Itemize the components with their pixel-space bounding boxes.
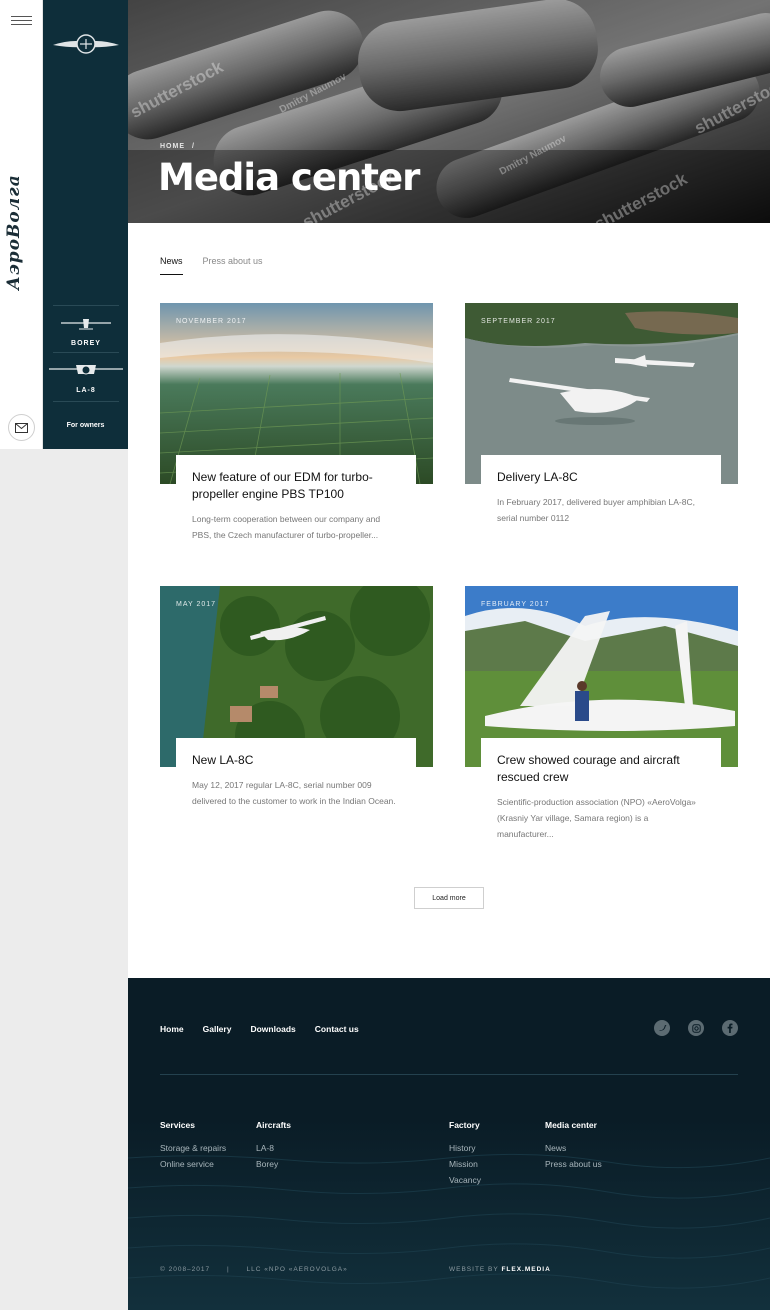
news-card[interactable]: FEBRUARY 2017 Crew showed courage and ai… xyxy=(465,586,738,852)
page-title: Media center xyxy=(158,156,420,199)
news-title[interactable]: New feature of our EDM for turbo-propell… xyxy=(192,469,400,503)
credit-prefix: WEBSITE BY xyxy=(449,1266,499,1273)
sidebar-divider xyxy=(53,401,119,402)
sidebar-item-borey[interactable]: BOREY xyxy=(51,314,121,347)
footer-link-gallery[interactable]: Gallery xyxy=(203,1024,232,1034)
mail-icon[interactable] xyxy=(8,414,35,441)
twitter-icon[interactable] xyxy=(654,1020,670,1036)
footer-column-services: Services Storage & repairs Online servic… xyxy=(160,1120,226,1175)
instagram-icon[interactable] xyxy=(688,1020,704,1036)
sidebar-item-label: LA-8 xyxy=(76,387,96,394)
website-credit[interactable]: WEBSITE BY FLEX.MEDIA xyxy=(449,1266,551,1273)
news-date: SEPTEMBER 2017 xyxy=(481,318,556,325)
tab-press-about-us[interactable]: Press about us xyxy=(203,256,263,275)
credit-brand: FLEX.MEDIA xyxy=(501,1266,551,1273)
footer-nav: Home Gallery Downloads Contact us xyxy=(160,1024,378,1034)
news-title[interactable]: Delivery LA-8C xyxy=(497,469,705,486)
borey-aircraft-icon xyxy=(61,319,111,330)
menu-icon[interactable] xyxy=(11,16,32,26)
breadcrumb-separator: / xyxy=(191,143,195,150)
news-card[interactable]: MAY 2017 New LA-8C May 12, 2017 regular … xyxy=(160,586,433,819)
footer-column-media-center: Media center News Press about us xyxy=(545,1120,602,1175)
news-excerpt: May 12, 2017 regular LA-8C, serial numbe… xyxy=(192,780,396,806)
footer-link-la8[interactable]: LA-8 xyxy=(256,1143,291,1153)
sidebar-divider xyxy=(53,352,119,353)
news-excerpt: In February 2017, delivered buyer amphib… xyxy=(497,497,695,523)
footer-column-heading: Services xyxy=(160,1120,195,1130)
footer: Home Gallery Downloads Contact us Servic… xyxy=(128,978,770,1310)
aircraft-sidebar: BOREY LA-8 For owners xyxy=(43,0,128,449)
tab-bar: News Press about us xyxy=(160,256,283,275)
copyright-separator: | xyxy=(226,1266,230,1273)
news-excerpt: Scientific-production association (NPO) … xyxy=(497,797,696,839)
footer-column-heading: Media center xyxy=(545,1120,597,1130)
news-title[interactable]: New LA-8C xyxy=(192,752,400,769)
footer-column-factory: Factory History Mission Vacancy xyxy=(449,1120,481,1191)
sidebar-item-label: BOREY xyxy=(71,340,101,347)
load-more-button[interactable]: Load more xyxy=(414,887,484,909)
logo-emblem-icon[interactable] xyxy=(51,30,121,60)
copyright: © 2008–2017 | LLC «NPO «AEROVOLGA» xyxy=(160,1266,348,1273)
news-date: FEBRUARY 2017 xyxy=(481,601,550,608)
footer-link-mission[interactable]: Mission xyxy=(449,1159,481,1169)
footer-link-online-service[interactable]: Online service xyxy=(160,1159,226,1169)
news-excerpt: Long-term cooperation between our compan… xyxy=(192,514,381,540)
news-card-body: New LA-8C May 12, 2017 regular LA-8C, se… xyxy=(176,738,416,819)
news-card[interactable]: NOVEMBER 2017 New feature of our EDM for… xyxy=(160,303,433,553)
footer-link-downloads[interactable]: Downloads xyxy=(250,1024,295,1034)
footer-link-history[interactable]: History xyxy=(449,1143,481,1153)
brand-logo-vertical: АэроВолга xyxy=(4,174,24,290)
sidebar-item-la8[interactable]: LA-8 xyxy=(49,361,123,394)
footer-link-news[interactable]: News xyxy=(545,1143,602,1153)
news-card-body: Delivery LA-8C In February 2017, deliver… xyxy=(481,455,721,536)
news-card-body: Crew showed courage and aircraft rescued… xyxy=(481,738,721,852)
footer-column-heading: Factory xyxy=(449,1120,480,1130)
news-date: NOVEMBER 2017 xyxy=(176,318,247,325)
breadcrumb-home[interactable]: HOME xyxy=(160,143,185,150)
footer-link-borey[interactable]: Borey xyxy=(256,1159,291,1169)
for-owners-link[interactable]: For owners xyxy=(43,422,128,429)
news-card-body: New feature of our EDM for turbo-propell… xyxy=(176,455,416,553)
la8-aircraft-icon xyxy=(49,365,123,375)
footer-link-press-about-us[interactable]: Press about us xyxy=(545,1159,602,1169)
hero-banner: shutterstock Dmitry Naumov shutterstock … xyxy=(128,0,770,223)
footer-divider xyxy=(160,1074,738,1075)
facebook-icon[interactable] xyxy=(722,1020,738,1036)
news-title[interactable]: Crew showed courage and aircraft rescued… xyxy=(497,752,705,786)
copyright-years: © 2008–2017 xyxy=(160,1266,211,1273)
footer-link-storage-repairs[interactable]: Storage & repairs xyxy=(160,1143,226,1153)
main-content: News Press about us NOVEMBER 2017 New fe… xyxy=(128,223,770,978)
news-card[interactable]: SEPTEMBER 2017 Delivery LA-8C In Februar… xyxy=(465,303,738,536)
footer-column-aircrafts: Aircrafts LA-8 Borey xyxy=(256,1120,291,1175)
tab-news[interactable]: News xyxy=(160,256,183,275)
company-name: LLC «NPO «AEROVOLGA» xyxy=(246,1266,348,1273)
sidebar-divider xyxy=(53,305,119,306)
news-date: MAY 2017 xyxy=(176,601,217,608)
footer-link-vacancy[interactable]: Vacancy xyxy=(449,1175,481,1185)
footer-link-contact-us[interactable]: Contact us xyxy=(315,1024,359,1034)
footer-link-home[interactable]: Home xyxy=(160,1024,184,1034)
breadcrumb: HOME / xyxy=(160,143,195,150)
left-rail: АэроВолга xyxy=(0,0,43,449)
footer-column-heading: Aircrafts xyxy=(256,1120,291,1130)
